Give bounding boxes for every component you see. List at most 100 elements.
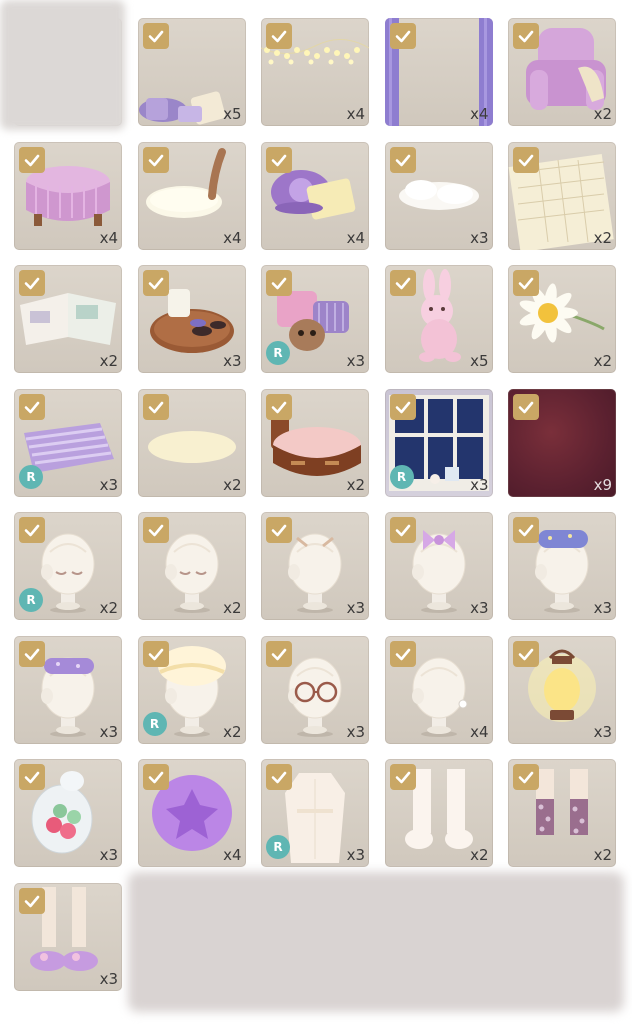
item-count: x3 [470, 475, 489, 494]
item-tile-open-planner[interactable]: x2 [508, 141, 616, 250]
item-tile-sleep-mask-blue[interactable]: x3 [508, 512, 616, 620]
item-tile-sleepy-eyes-2[interactable]: x2 [137, 512, 246, 620]
item-tile-dotted-socks[interactable]: x2 [508, 759, 616, 867]
check-icon [389, 23, 416, 49]
item-count: x2 [593, 846, 612, 864]
item-count: x3 [593, 599, 612, 617]
check-icon [389, 270, 416, 296]
check-icon [513, 146, 539, 173]
check-icon [142, 270, 169, 296]
item-grid: x5 x4 x4 x2 x4 x4 x4 x3 x2 x2 x3 R x3 x5… [14, 18, 616, 991]
item-tile-fluffy-robe[interactable]: Rx3 [261, 759, 369, 867]
item-count: x3 [346, 599, 365, 617]
check-icon [389, 764, 416, 790]
item-tile-tea-tray[interactable]: x3 [137, 265, 246, 373]
item-tile-earring[interactable]: x4 [384, 635, 493, 744]
check-icon [513, 393, 539, 420]
check-icon [19, 270, 45, 296]
check-icon [513, 270, 539, 296]
item-count: x2 [593, 352, 612, 370]
item-tile-pillows-pile[interactable]: x5 [137, 18, 246, 126]
item-count: x3 [99, 969, 118, 988]
item-tile-round-glasses[interactable]: x3 [261, 635, 369, 744]
item-tile-striped-blanket[interactable]: Rx3 [14, 388, 122, 497]
item-tile-milk-bowl[interactable]: x4 [137, 141, 246, 250]
check-icon [513, 23, 539, 49]
check-icon [142, 517, 169, 543]
item-tile-purple-pouf[interactable]: x4 [137, 759, 246, 867]
item-tile-bunny-slippers[interactable]: x3 [14, 882, 122, 991]
item-tile-round-bed[interactable]: x2 [261, 388, 369, 497]
check-icon [142, 393, 169, 420]
item-count: x3 [470, 599, 489, 617]
item-tile-candy-jar[interactable]: x3 [14, 759, 122, 867]
item-tile-fairy-lights[interactable]: x4 [261, 18, 369, 126]
check-icon [513, 764, 539, 790]
item-count: x3 [593, 722, 612, 741]
item-count: x2 [223, 475, 242, 494]
item-tile-plush-pillows[interactable]: Rx3 [261, 265, 369, 373]
item-tile-fluffy-rug[interactable]: x3 [384, 141, 493, 250]
item-tile-pink-armchair[interactable]: x2 [508, 18, 616, 126]
check-icon [19, 146, 45, 173]
item-count: x2 [223, 722, 242, 741]
check-icon [389, 517, 416, 543]
item-count: x3 [470, 228, 489, 247]
item-count: x2 [223, 599, 242, 617]
item-count: x2 [99, 352, 118, 370]
item-tile-pink-ottoman[interactable]: x4 [14, 141, 122, 250]
item-tile-bunny-plush[interactable]: x5 [384, 265, 493, 373]
item-count: x4 [223, 846, 242, 864]
item-tile-hair-clips[interactable]: x3 [261, 512, 369, 620]
check-icon [389, 146, 416, 173]
rarity-badge: R [19, 464, 43, 489]
item-count: x4 [99, 228, 118, 247]
item-tile-purple-curtains[interactable]: x4 [384, 18, 493, 126]
check-icon [266, 764, 292, 790]
item-count: x9 [593, 475, 612, 494]
check-icon [266, 393, 292, 420]
item-tile-fluffy-socks[interactable]: x2 [384, 759, 493, 867]
check-icon [142, 23, 169, 49]
item-count: x4 [470, 722, 489, 741]
item-count: x4 [470, 105, 489, 123]
item-tile-night-window[interactable]: Rx3 [384, 388, 493, 497]
item-count: x4 [346, 105, 365, 123]
item-count: x2 [593, 105, 612, 123]
item-tile-open-magazine[interactable]: x2 [14, 265, 122, 373]
item-tile-flower-cushion[interactable]: x4 [261, 141, 369, 250]
item-tile-wine-wallpaper[interactable]: x9 [508, 388, 616, 497]
rarity-badge: R [266, 341, 290, 365]
obscured-area-top-left [0, 0, 125, 130]
item-count: x3 [99, 475, 118, 494]
item-tile-lantern[interactable]: x3 [508, 635, 616, 744]
check-icon [513, 640, 539, 667]
item-count: x3 [346, 722, 365, 741]
item-tile-bonnet[interactable]: Rx2 [137, 635, 246, 744]
check-icon [266, 146, 292, 173]
item-tile-daisy-flower[interactable]: x2 [508, 265, 616, 373]
item-count: x5 [470, 352, 489, 370]
check-icon [142, 640, 169, 667]
item-count: x3 [346, 352, 365, 370]
rarity-badge: R [266, 835, 290, 859]
check-icon [142, 764, 169, 790]
item-count: x2 [470, 846, 489, 864]
check-icon [19, 517, 45, 543]
check-icon [19, 887, 45, 914]
item-count: x4 [223, 228, 242, 247]
item-tile-round-rug[interactable]: x2 [137, 388, 246, 497]
obscured-area-bottom [128, 872, 624, 1012]
check-icon [389, 640, 416, 667]
item-tile-purple-bow[interactable]: x3 [384, 512, 493, 620]
item-tile-sleepy-eyes[interactable]: Rx2 [14, 512, 122, 620]
item-count: x2 [346, 475, 365, 494]
rarity-badge: R [142, 711, 167, 736]
rarity-badge: R [389, 464, 414, 489]
item-tile-sleep-mask-purple[interactable]: x3 [14, 635, 122, 744]
item-count: x2 [99, 599, 118, 617]
item-count: x2 [593, 228, 612, 247]
check-icon [266, 640, 292, 667]
check-icon [389, 393, 416, 420]
check-icon [266, 270, 292, 296]
